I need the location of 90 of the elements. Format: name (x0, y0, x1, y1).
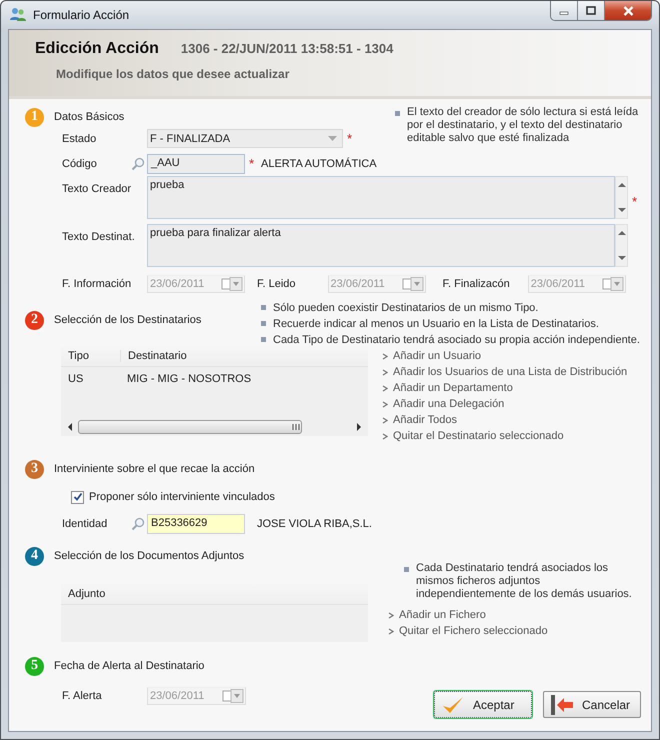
scroll-down-icon[interactable] (618, 255, 626, 261)
maximize-button[interactable] (578, 1, 605, 20)
grip-icon (291, 424, 301, 430)
text-area[interactable]: prueba (147, 176, 615, 219)
field-label: F. Leido (256, 278, 296, 290)
bullet-icon (404, 567, 409, 572)
hint-text: El texto del creador de sólo lectura si está leída por el destinatario, y el texto del destinatario editable salvo que esté finalizada (407, 106, 640, 145)
step-number: 1 (25, 108, 44, 126)
restore-icon (586, 6, 596, 15)
accept-button[interactable]: Aceptar (434, 691, 532, 718)
required-mark: * (347, 131, 354, 146)
field-label: Código (61, 158, 98, 170)
field-label: Texto Creador (61, 182, 132, 195)
scroll-right-icon[interactable] (356, 422, 362, 430)
record-info: 1306 - 22/JUN/2011 13:58:51 - 1304 (180, 41, 394, 56)
code-description: ALERTA AUTOMÁTICA (261, 158, 377, 170)
table-cell-text: MIG - MIG - NOSOTROS (126, 372, 252, 384)
bullet-icon (261, 321, 266, 326)
section-title: Fecha de Alerta al Destinatario (54, 660, 204, 672)
action-link[interactable]: Añadir un Fichero (399, 609, 486, 621)
scroll-left-icon[interactable] (67, 422, 73, 430)
checkmark-icon (441, 694, 465, 714)
hint-text: Cada Destinatario tendrá asociados los mismos ficheros adjuntos independientemente de los demás usuarios. (416, 562, 633, 601)
status-dropdown[interactable]: F - FINALIZADA (147, 129, 343, 148)
column-header[interactable]: Destinatario (121, 350, 187, 362)
minimize-button[interactable] (551, 1, 578, 20)
field-label: F. Alerta (61, 690, 103, 702)
table-cell-text: US (67, 372, 84, 384)
dropdown-arrow-icon (328, 136, 337, 141)
field-label: Estado (61, 132, 98, 144)
section-title: Interviniente sobre el que recae la acción (54, 463, 255, 475)
bullet-icon (261, 337, 266, 342)
checkbox-label: Proponer sólo interviniente vinculados (89, 491, 275, 503)
scroll-thumb[interactable] (78, 420, 302, 434)
hint-text: Recuerde indicar al menos un Usuario en la Lista de Destinatarios. (273, 317, 599, 332)
chevron-icon (382, 352, 388, 360)
window-title: Formulario Acción (33, 8, 130, 22)
identity-field[interactable]: B25336629 (147, 514, 245, 534)
text-area[interactable]: prueba para finalizar alerta (147, 224, 615, 267)
action-link[interactable]: Añadir una Delegación (393, 398, 504, 410)
step-number: 4 (25, 546, 44, 566)
step-number: 3 (25, 460, 44, 478)
cancel-button[interactable]: Cancelar (543, 691, 641, 718)
action-link[interactable]: Añadir un Departamento (393, 382, 513, 394)
scroll-down-icon[interactable] (618, 207, 626, 213)
chevron-icon (382, 432, 388, 440)
step-number: 5 (25, 656, 44, 676)
field-label: F. Información (61, 278, 132, 290)
close-icon (622, 6, 634, 16)
people-icon (9, 7, 27, 23)
hint-text: Sólo pueden coexistir Destinatarios de un mismo Tipo. (273, 301, 538, 316)
field-label: Identidad (61, 518, 108, 530)
vertical-scrollbar[interactable] (615, 176, 628, 219)
hint-text: Cada Tipo de Destinatario tendrá asociado su propia acción independiente. (273, 333, 640, 348)
table-row[interactable]: US MIG - MIG - NOSOTROS (61, 367, 368, 390)
form-title: Edicción Acción (35, 40, 159, 58)
section-title: Selección de los Destinatarios (54, 314, 202, 326)
required-mark: * (632, 194, 638, 209)
column-header[interactable]: Adjunto (61, 588, 106, 600)
section-title: Datos Básicos (54, 111, 124, 123)
action-link[interactable]: Añadir Todos (393, 414, 458, 426)
chevron-icon (388, 628, 394, 634)
column-header[interactable]: Tipo (61, 350, 121, 362)
close-button[interactable] (605, 1, 651, 20)
scroll-up-icon[interactable] (618, 230, 626, 236)
required-mark: * (249, 156, 256, 171)
action-link[interactable]: Quitar el Fichero seleccionado (399, 625, 548, 637)
chevron-icon (382, 416, 388, 424)
section-title: Selección de los Documentos Adjuntos (54, 550, 244, 562)
check-icon (72, 492, 82, 502)
field-label: F. Finalizacón (442, 278, 510, 290)
exit-arrow-icon (550, 694, 574, 716)
chevron-icon (382, 368, 388, 376)
vertical-scrollbar[interactable] (615, 224, 628, 267)
bullet-icon (395, 111, 400, 116)
bullet-icon (261, 305, 266, 310)
chevron-icon (382, 384, 388, 392)
chevron-icon (382, 400, 388, 408)
action-link[interactable]: Quitar el Destinatario seleccionado (393, 430, 564, 442)
action-link[interactable]: Añadir un Usuario (393, 350, 482, 362)
scroll-up-icon[interactable] (618, 182, 626, 188)
form-subtitle: Modifique los datos que desee actualizar (56, 67, 290, 81)
step-number: 2 (25, 310, 44, 330)
action-link[interactable]: Añadir los Usuarios de una Lista de Distribución (393, 366, 628, 378)
code-field[interactable]: _AAU (147, 154, 245, 174)
linked-checkbox[interactable]: Proponer sólo interviniente vinculados (71, 489, 651, 505)
checkbox[interactable] (71, 490, 84, 504)
field-label: Texto Destinat. (61, 230, 136, 243)
chevron-icon (388, 612, 394, 618)
entity-name: JOSE VIOLA RIBA,S.L. (257, 518, 372, 530)
